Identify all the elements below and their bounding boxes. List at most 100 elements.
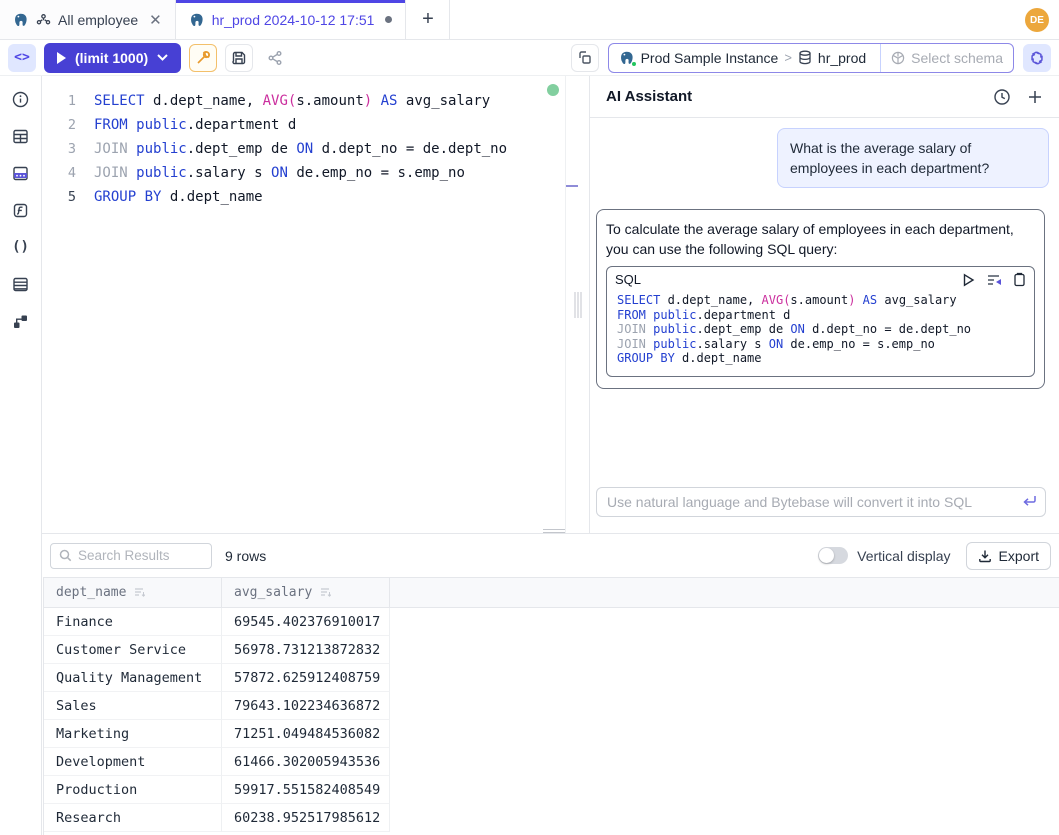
code-token: SELECT <box>617 293 660 307</box>
wrench-icon <box>195 50 211 66</box>
sql-code-line: FROM public.department d <box>617 308 1026 323</box>
result-cell[interactable]: Finance <box>44 608 222 636</box>
sidebar-item-procedures[interactable]: () <box>12 238 30 256</box>
code-token: FROM <box>617 308 653 322</box>
result-row[interactable]: Sales79643.102234636872 <box>44 692 1059 720</box>
sort-icon[interactable] <box>133 587 145 598</box>
result-cell[interactable]: 61466.302005943536 <box>222 748 390 776</box>
sort-icon[interactable] <box>319 587 331 598</box>
code-line[interactable]: 2FROM public.department d <box>42 113 565 137</box>
tab-hr-prod[interactable]: hr_prod 2024-10-12 17:51 <box>176 0 407 39</box>
result-cell[interactable]: 69545.402376910017 <box>222 608 390 636</box>
schema-selector[interactable]: Select schema <box>880 44 1003 72</box>
code-token: AVG( <box>263 93 297 109</box>
splitter-grip[interactable] <box>574 292 581 318</box>
result-cell[interactable]: 71251.049484536082 <box>222 720 390 748</box>
sql-code-line: GROUP BY d.dept_name <box>617 351 1026 366</box>
sidebar-item-data[interactable] <box>12 164 30 182</box>
vertical-display-toggle[interactable] <box>818 547 848 564</box>
code-icon: <> <box>14 50 30 65</box>
connection-selector[interactable]: Prod Sample Instance > hr_prod Select sc… <box>608 43 1014 73</box>
result-row[interactable]: Finance69545.402376910017 <box>44 608 1059 636</box>
ai-assistant-panel: AI Assistant What is the average salary … <box>590 76 1059 533</box>
sidebar-item-functions[interactable] <box>12 201 30 219</box>
sidebar-item-tables[interactable] <box>12 127 30 145</box>
result-cell[interactable]: 60238.952517985612 <box>222 804 390 832</box>
code-line[interactable]: 5GROUP BY d.dept_name <box>42 185 565 209</box>
search-results-input[interactable] <box>78 548 188 563</box>
result-cell[interactable]: 59917.551582408549 <box>222 776 390 804</box>
database-name: hr_prod <box>818 50 866 66</box>
results-toolbar: 9 rows Vertical display Export <box>42 534 1059 577</box>
result-row[interactable]: Production59917.551582408549 <box>44 776 1059 804</box>
query-status-dot <box>547 84 559 96</box>
save-button[interactable] <box>225 44 253 72</box>
share-button[interactable] <box>261 44 289 72</box>
ai-prompt-input[interactable] <box>596 487 1046 517</box>
result-table-body: Finance69545.402376910017Customer Servic… <box>44 608 1059 832</box>
result-row[interactable]: Research60238.952517985612 <box>44 804 1059 832</box>
ai-assistant-toggle-button[interactable] <box>1023 44 1051 72</box>
batch-mode-button[interactable] <box>571 44 599 72</box>
sql-editor-app: All employee ✕ hr_prod 2024-10-12 17:51 … <box>0 0 1059 835</box>
horizontal-splitter-grip[interactable] <box>543 529 565 533</box>
result-row[interactable]: Customer Service56978.731213872832 <box>44 636 1059 664</box>
run-query-button[interactable]: (limit 1000) <box>44 43 181 73</box>
code-token: avg_salary <box>877 293 956 307</box>
assistant-message-text: To calculate the average salary of emplo… <box>606 219 1035 259</box>
sql-editor[interactable]: 1SELECT d.dept_name, AVG(s.amount) AS av… <box>42 76 565 533</box>
editor-lines: 1SELECT d.dept_name, AVG(s.amount) AS av… <box>42 89 565 209</box>
new-tab-button[interactable]: + <box>406 0 450 39</box>
avatar[interactable]: DE <box>1025 8 1049 32</box>
code-token: de.emp_no = s.emp_no <box>783 337 935 351</box>
insert-into-editor-icon[interactable] <box>986 273 1002 287</box>
code-token: GROUP BY <box>94 189 161 205</box>
code-line[interactable]: 4JOIN public.salary s ON de.emp_no = s.e… <box>42 161 565 185</box>
result-cell[interactable]: Marketing <box>44 720 222 748</box>
column-header-avg-salary[interactable]: avg_salary <box>222 578 390 607</box>
new-chat-plus-icon[interactable] <box>1027 89 1043 105</box>
result-cell[interactable]: Customer Service <box>44 636 222 664</box>
sidebar-item-schema-diagram[interactable] <box>12 312 30 330</box>
code-token: public <box>136 141 187 157</box>
result-cell[interactable]: Development <box>44 748 222 776</box>
result-row[interactable]: Development61466.302005943536 <box>44 748 1059 776</box>
result-cell[interactable]: Quality Management <box>44 664 222 692</box>
result-cell[interactable]: Research <box>44 804 222 832</box>
admin-wrench-button[interactable] <box>189 44 217 72</box>
code-panel-toggle-button[interactable]: <> <box>8 44 36 72</box>
code-token: public <box>136 165 187 181</box>
result-cell[interactable]: Production <box>44 776 222 804</box>
result-cell[interactable]: 79643.102234636872 <box>222 692 390 720</box>
sidebar-item-info[interactable] <box>12 90 30 108</box>
run-sql-icon[interactable] <box>962 273 975 287</box>
history-clock-icon[interactable] <box>993 88 1011 106</box>
chevron-down-icon[interactable] <box>157 54 168 61</box>
code-token: d.dept_no = de.dept_no <box>805 322 971 336</box>
result-cell[interactable]: 56978.731213872832 <box>222 636 390 664</box>
result-cell[interactable]: 57872.625912408759 <box>222 664 390 692</box>
column-header-dept-name[interactable]: dept_name <box>44 578 222 607</box>
close-tab-icon[interactable]: ✕ <box>149 11 162 29</box>
code-line[interactable]: 1SELECT d.dept_name, AVG(s.amount) AS av… <box>42 89 565 113</box>
shared-sheet-icon <box>36 13 51 27</box>
sidebar-item-sheets[interactable] <box>12 275 30 293</box>
vertical-splitter[interactable] <box>565 76 590 533</box>
code-token: d.dept_name <box>161 189 262 205</box>
code-token: JOIN <box>94 141 136 157</box>
export-button[interactable]: Export <box>966 542 1051 570</box>
sql-code-line: JOIN public.salary s ON de.emp_no = s.em… <box>617 337 1026 352</box>
code-token: .department d <box>696 308 790 322</box>
result-row[interactable]: Quality Management57872.625912408759 <box>44 664 1059 692</box>
postgres-icon <box>619 50 635 66</box>
result-cell[interactable]: Sales <box>44 692 222 720</box>
copy-icon[interactable] <box>1013 272 1026 287</box>
tab-label: All employee <box>58 12 138 28</box>
tab-all-employee[interactable]: All employee ✕ <box>0 0 176 39</box>
code-token: d.dept_name, <box>145 93 263 109</box>
code-line[interactable]: 3JOIN public.dept_emp de ON d.dept_no = … <box>42 137 565 161</box>
submit-return-icon[interactable] <box>1022 494 1037 507</box>
export-label: Export <box>999 548 1039 564</box>
code-token: s.amount <box>296 93 363 109</box>
result-row[interactable]: Marketing71251.049484536082 <box>44 720 1059 748</box>
